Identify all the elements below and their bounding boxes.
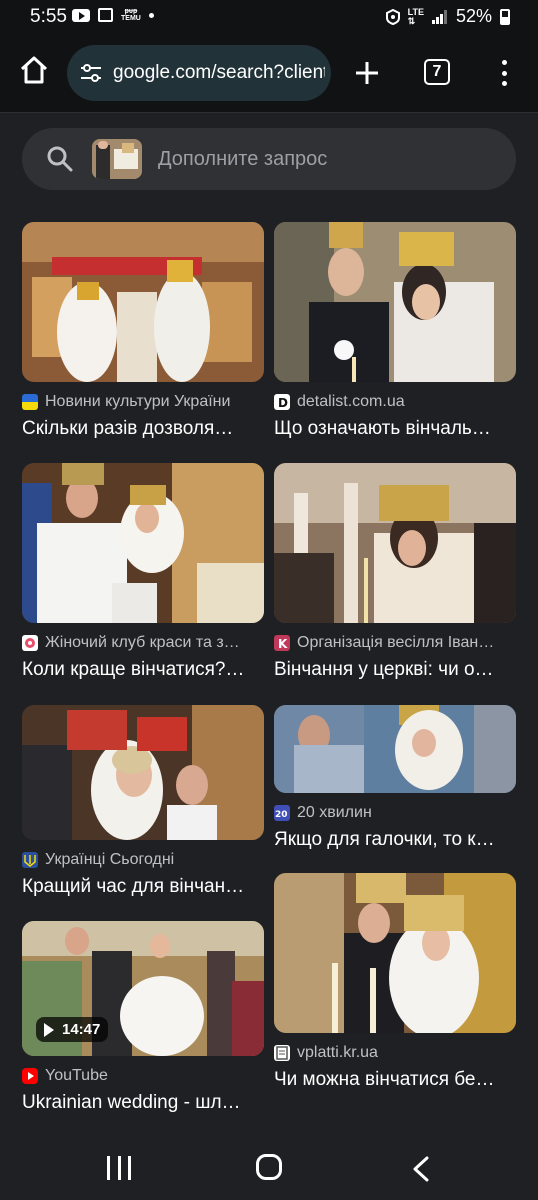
20-icon: 20 <box>274 805 290 821</box>
k-icon: K <box>274 635 290 651</box>
result-title[interactable]: Коли краще вінчатися?… <box>22 659 264 681</box>
address-bar[interactable]: google.com/search?client <box>67 45 331 101</box>
result-source[interactable]: Новини культури України <box>45 393 230 411</box>
back-icon <box>413 1156 429 1182</box>
back-button[interactable] <box>410 1156 432 1182</box>
result-image[interactable]: 14:47 <box>22 921 264 1056</box>
home-nav-button[interactable] <box>256 1154 282 1180</box>
result-source[interactable]: Організація весілля Іван… <box>297 634 494 652</box>
signal-icon <box>431 9 448 24</box>
result-source[interactable]: detalist.com.ua <box>297 393 405 411</box>
result-source[interactable]: Українці Сьогодні <box>45 851 174 869</box>
result-image[interactable] <box>22 705 264 840</box>
result-card[interactable]: 20 20 хвилин Якщо для галочки, то к… <box>274 705 516 851</box>
result-card[interactable]: K Організація весілля Іван… Вінчання у ц… <box>274 463 516 681</box>
result-image[interactable] <box>22 222 264 382</box>
result-card[interactable]: D detalist.com.ua Що означають вінчаль… <box>274 222 516 440</box>
plus-icon <box>356 62 378 84</box>
home-button[interactable] <box>18 54 50 86</box>
result-title[interactable]: Вінчання у церкві: чи о… <box>274 659 516 681</box>
status-bar: 5:55 ᵽᵾᵽ TEMU LTE ⇅ 52% <box>0 0 538 34</box>
svg-text:20: 20 <box>275 810 288 820</box>
query-image-thumbnail[interactable] <box>92 139 142 179</box>
result-source[interactable]: vplatti.kr.ua <box>297 1044 378 1062</box>
url-text[interactable]: google.com/search?client <box>113 62 325 84</box>
svg-text:K: K <box>278 637 288 651</box>
result-image[interactable] <box>274 463 516 623</box>
youtube-icon <box>22 1068 38 1084</box>
result-source[interactable]: Жіночий клуб краси та з… <box>45 634 240 652</box>
result-card[interactable]: vplatti.kr.ua Чи можна вінчатися бе… <box>274 873 516 1091</box>
result-image[interactable] <box>274 873 516 1033</box>
temu-notification-icon: ᵽᵾᵽ TEMU <box>121 8 141 22</box>
network-type: LTE ⇅ <box>407 6 424 26</box>
site-settings-icon[interactable] <box>79 62 103 84</box>
new-tab-button[interactable] <box>352 58 382 88</box>
result-source[interactable]: YouTube <box>45 1067 108 1085</box>
trident-icon <box>22 852 38 868</box>
ukraine-flag-icon <box>22 394 38 410</box>
detalist-icon: D <box>274 394 290 410</box>
recent-apps-icon <box>107 1156 110 1180</box>
tab-switcher-button[interactable]: 7 <box>424 59 450 85</box>
result-title[interactable]: Що означають вінчаль… <box>274 418 516 440</box>
battery-icon <box>500 8 510 25</box>
status-time: 5:55 <box>30 6 67 27</box>
system-navigation-bar <box>0 1130 538 1200</box>
more-notifications-dot-icon <box>148 12 154 18</box>
result-card[interactable]: Жіночий клуб краси та з… Коли краще вінч… <box>22 463 264 681</box>
result-card[interactable]: Українці Сьогодні Кращий час для вінчан… <box>22 705 264 898</box>
battery-percent: 52% <box>455 6 492 26</box>
result-card[interactable]: 14:47 YouTube Ukrainian wedding - шл… <box>22 921 264 1114</box>
result-card[interactable]: Новини культури України Скільки разів до… <box>22 222 264 440</box>
refine-search-input[interactable]: Дополните запрос <box>158 148 327 171</box>
result-image[interactable] <box>274 222 516 382</box>
result-image[interactable] <box>274 705 516 793</box>
data-saver-icon <box>385 8 400 25</box>
result-title[interactable]: Скільки разів дозволя… <box>22 418 264 440</box>
recent-apps-button[interactable] <box>107 1156 131 1180</box>
document-icon <box>274 1045 290 1061</box>
result-title[interactable]: Ukrainian wedding - шл… <box>22 1092 264 1114</box>
result-title[interactable]: Кращий час для вінчан… <box>22 876 264 898</box>
svg-text:D: D <box>278 396 288 410</box>
result-image[interactable] <box>22 463 264 623</box>
home-icon <box>20 56 48 84</box>
result-source[interactable]: 20 хвилин <box>297 804 372 822</box>
browser-toolbar: google.com/search?client 7 <box>0 34 538 113</box>
result-title[interactable]: Якщо для галочки, то к… <box>274 829 516 851</box>
dot-icon <box>501 60 507 65</box>
play-icon <box>44 1022 54 1037</box>
flower-icon <box>22 635 38 651</box>
result-title[interactable]: Чи можна вінчатися бе… <box>274 1069 516 1091</box>
refine-search-box[interactable]: Дополните запрос <box>22 128 516 190</box>
overflow-menu-button[interactable] <box>494 58 514 88</box>
search-icon[interactable] <box>46 145 74 173</box>
video-duration-badge: 14:47 <box>36 1017 109 1042</box>
youtube-notification-icon <box>72 8 90 22</box>
image-notification-icon <box>98 8 113 22</box>
